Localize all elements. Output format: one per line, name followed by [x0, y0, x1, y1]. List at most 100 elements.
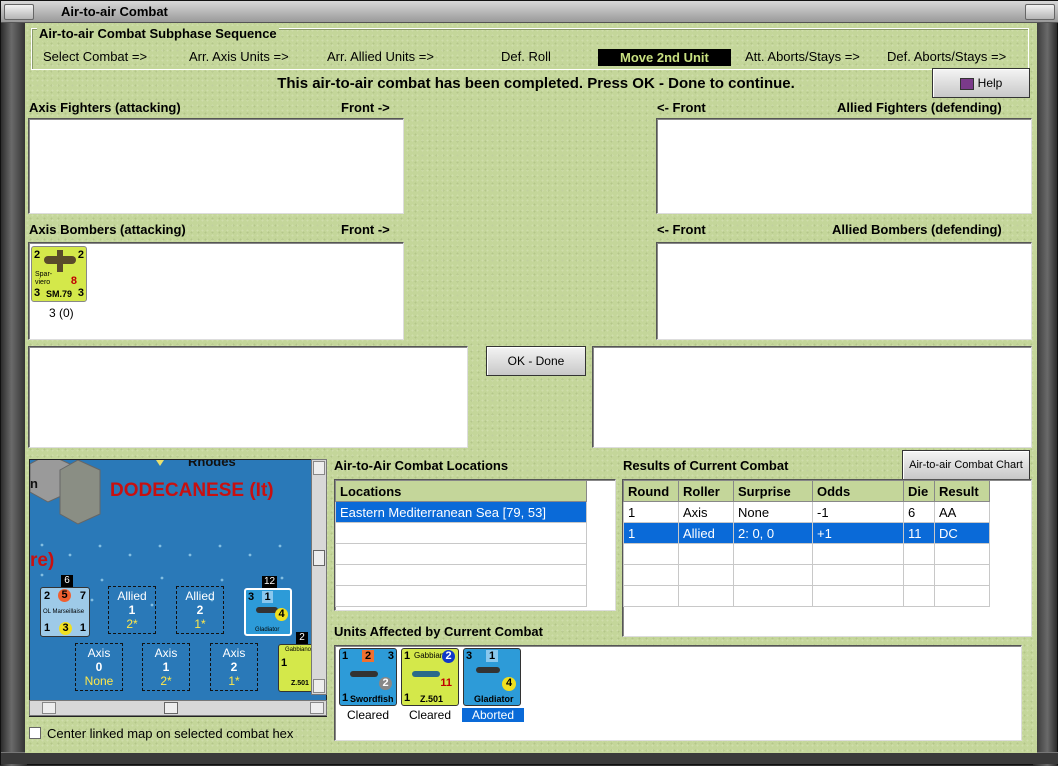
stack-count-3: 2	[296, 632, 308, 644]
gladiator-counter[interactable]: 3 1 4 Gladiator	[463, 648, 521, 706]
book-icon	[959, 77, 974, 90]
stack-count-1: 6	[61, 575, 73, 587]
axis-box-1[interactable]: Axis 1 2*	[142, 643, 190, 691]
scroll-left-arrow-icon[interactable]	[42, 702, 56, 714]
allied-box-2-num: 2	[196, 603, 204, 617]
map-region-label: DODECANESE (It)	[110, 480, 274, 501]
swordfish-name: Swordfish	[350, 694, 394, 704]
counter-tl: 2	[34, 249, 41, 261]
ship-bl: 1	[44, 622, 51, 634]
map-vertical-scrollbar[interactable]	[311, 459, 327, 695]
swordfish-status: Cleared	[346, 708, 390, 722]
map-horizontal-scrollbar[interactable]	[29, 700, 327, 716]
axis-box-0-num: 0	[95, 660, 103, 674]
map-partial-label: n	[30, 476, 38, 491]
scroll-right-arrow-icon[interactable]	[310, 702, 324, 714]
cell: Axis	[678, 501, 734, 523]
allied-info-box	[592, 346, 1032, 448]
step-arr-axis: Arr. Axis Units =>	[189, 49, 289, 64]
close-button[interactable]	[1025, 4, 1055, 20]
gladiator-status: Aborted	[462, 708, 524, 722]
axis-box-0-side: Axis	[87, 646, 111, 660]
combat-chart-button[interactable]: Air-to-air Combat Chart	[902, 450, 1030, 480]
allied-fighters-front-label: <- Front	[657, 100, 706, 115]
cell: Allied	[678, 522, 734, 544]
swordfish-bm: 2	[379, 677, 392, 690]
col-result: Result	[934, 480, 990, 502]
location-row-empty	[335, 564, 587, 586]
sm79-caption: 3 (0)	[49, 306, 74, 320]
axis-fighters-front-label: Front ->	[341, 100, 390, 115]
rhodes-island	[59, 460, 101, 525]
gladiator-name: Gladiator	[474, 694, 514, 704]
step-move-2nd-unit: Move 2nd Unit	[598, 49, 731, 66]
col-odds: Odds	[812, 480, 904, 502]
gabbiano-map-name: Z.501	[291, 680, 309, 687]
help-button[interactable]: Help	[932, 68, 1030, 98]
step-def-roll: Def. Roll	[501, 49, 551, 64]
gabbiano-counter[interactable]: 1 Gabbiano 2 11 1 Z.501	[401, 648, 459, 706]
gladiator-map-tm: 1	[262, 591, 273, 603]
counter-tr: 2	[77, 249, 84, 261]
window-title: Air-to-air Combat	[61, 4, 168, 19]
cell: 2: 0, 0	[733, 522, 813, 544]
axis-fighters-label: Axis Fighters (attacking)	[29, 100, 181, 115]
ship-counter[interactable]: 2 5 7 OL Marseillaise 1 3 1	[40, 587, 90, 637]
location-row[interactable]: Eastern Mediterranean Sea [79, 53]	[335, 501, 587, 523]
map-island-label: Rhodes	[188, 459, 236, 469]
axis-bombers-box[interactable]: 2 2 Spar-viero 8 3 SM.79 3 3 (0)	[28, 242, 404, 340]
linked-map[interactable]: Rhodes n DODECANESE (It) re) 6 2 5 7 OL …	[29, 459, 327, 717]
location-cell: Eastern Mediterranean Sea [79, 53]	[335, 501, 587, 523]
scroll-thumb-vertical[interactable]	[313, 550, 325, 566]
axis-box-1-side: Axis	[154, 646, 178, 660]
table-row-empty	[623, 585, 990, 607]
gladiator-map-tl: 3	[248, 591, 255, 603]
cell: 1	[623, 522, 679, 544]
bomber-wing-icon	[57, 250, 63, 272]
step-arr-allied: Arr. Allied Units =>	[327, 49, 434, 64]
scroll-up-arrow-icon[interactable]	[313, 461, 325, 475]
swordfish-tm: 2	[362, 650, 374, 662]
gladiator-tm: 1	[486, 650, 498, 662]
counter-br: 3	[77, 287, 84, 299]
help-label: Help	[977, 76, 1003, 90]
location-row-empty	[335, 585, 587, 607]
allied-bombers-box[interactable]	[656, 242, 1032, 340]
results-table: Round Roller Surprise Odds Die Result 1 …	[623, 480, 990, 607]
center-map-checkbox[interactable]	[29, 727, 41, 739]
col-die: Die	[903, 480, 935, 502]
step-select-combat: Select Combat =>	[43, 49, 148, 64]
gabbiano-tm: 2	[442, 650, 455, 663]
axis-box-2[interactable]: Axis 2 1*	[210, 643, 258, 691]
gabbiano-status: Cleared	[408, 708, 452, 722]
allied-box-2-val: 1*	[194, 617, 206, 631]
axis-box-0[interactable]: Axis 0 None	[75, 643, 123, 691]
swordfish-counter[interactable]: 1 2 3 2 1 Swordfish	[339, 648, 397, 706]
system-menu-button[interactable]	[4, 4, 34, 20]
swordfish-tl: 1	[342, 650, 349, 662]
gabbiano-name: Z.501	[420, 694, 444, 704]
locations-list[interactable]: Locations Eastern Mediterranean Sea [79,…	[334, 479, 616, 611]
scroll-down-arrow-icon[interactable]	[313, 679, 325, 693]
map-partial-region-label: re)	[30, 550, 55, 571]
allied-box-1[interactable]: Allied 1 2*	[108, 586, 156, 634]
sm79-counter[interactable]: 2 2 Spar-viero 8 3 SM.79 3	[31, 246, 87, 302]
gladiator-tl: 3	[466, 650, 473, 662]
allied-box-1-num: 1	[128, 603, 136, 617]
table-row[interactable]: 1 Axis None -1 6 AA	[623, 501, 990, 523]
gladiator-map-counter[interactable]: 3 1 4 Gladiator	[244, 588, 292, 636]
axis-box-1-num: 1	[162, 660, 170, 674]
counter-subname: Spar-viero	[35, 271, 53, 286]
axis-fighters-box[interactable]	[28, 118, 404, 214]
gabbiano-bl: 1	[404, 692, 411, 704]
axis-bombers-label: Axis Bombers (attacking)	[29, 222, 186, 237]
scroll-thumb-horizontal[interactable]	[164, 702, 178, 714]
gabbiano-map-tl: 1	[281, 657, 288, 669]
allied-bombers-label: Allied Bombers (defending)	[832, 222, 1002, 237]
allied-box-2[interactable]: Allied 2 1*	[176, 586, 224, 634]
ok-done-button[interactable]: OK - Done	[486, 346, 586, 376]
gladiator-val: 4	[502, 677, 516, 691]
table-row[interactable]: 1 Allied 2: 0, 0 +1 11 DC	[623, 522, 990, 544]
allied-fighters-box[interactable]	[656, 118, 1032, 214]
gabbiano-map-sub: Gabbiano	[285, 647, 312, 653]
